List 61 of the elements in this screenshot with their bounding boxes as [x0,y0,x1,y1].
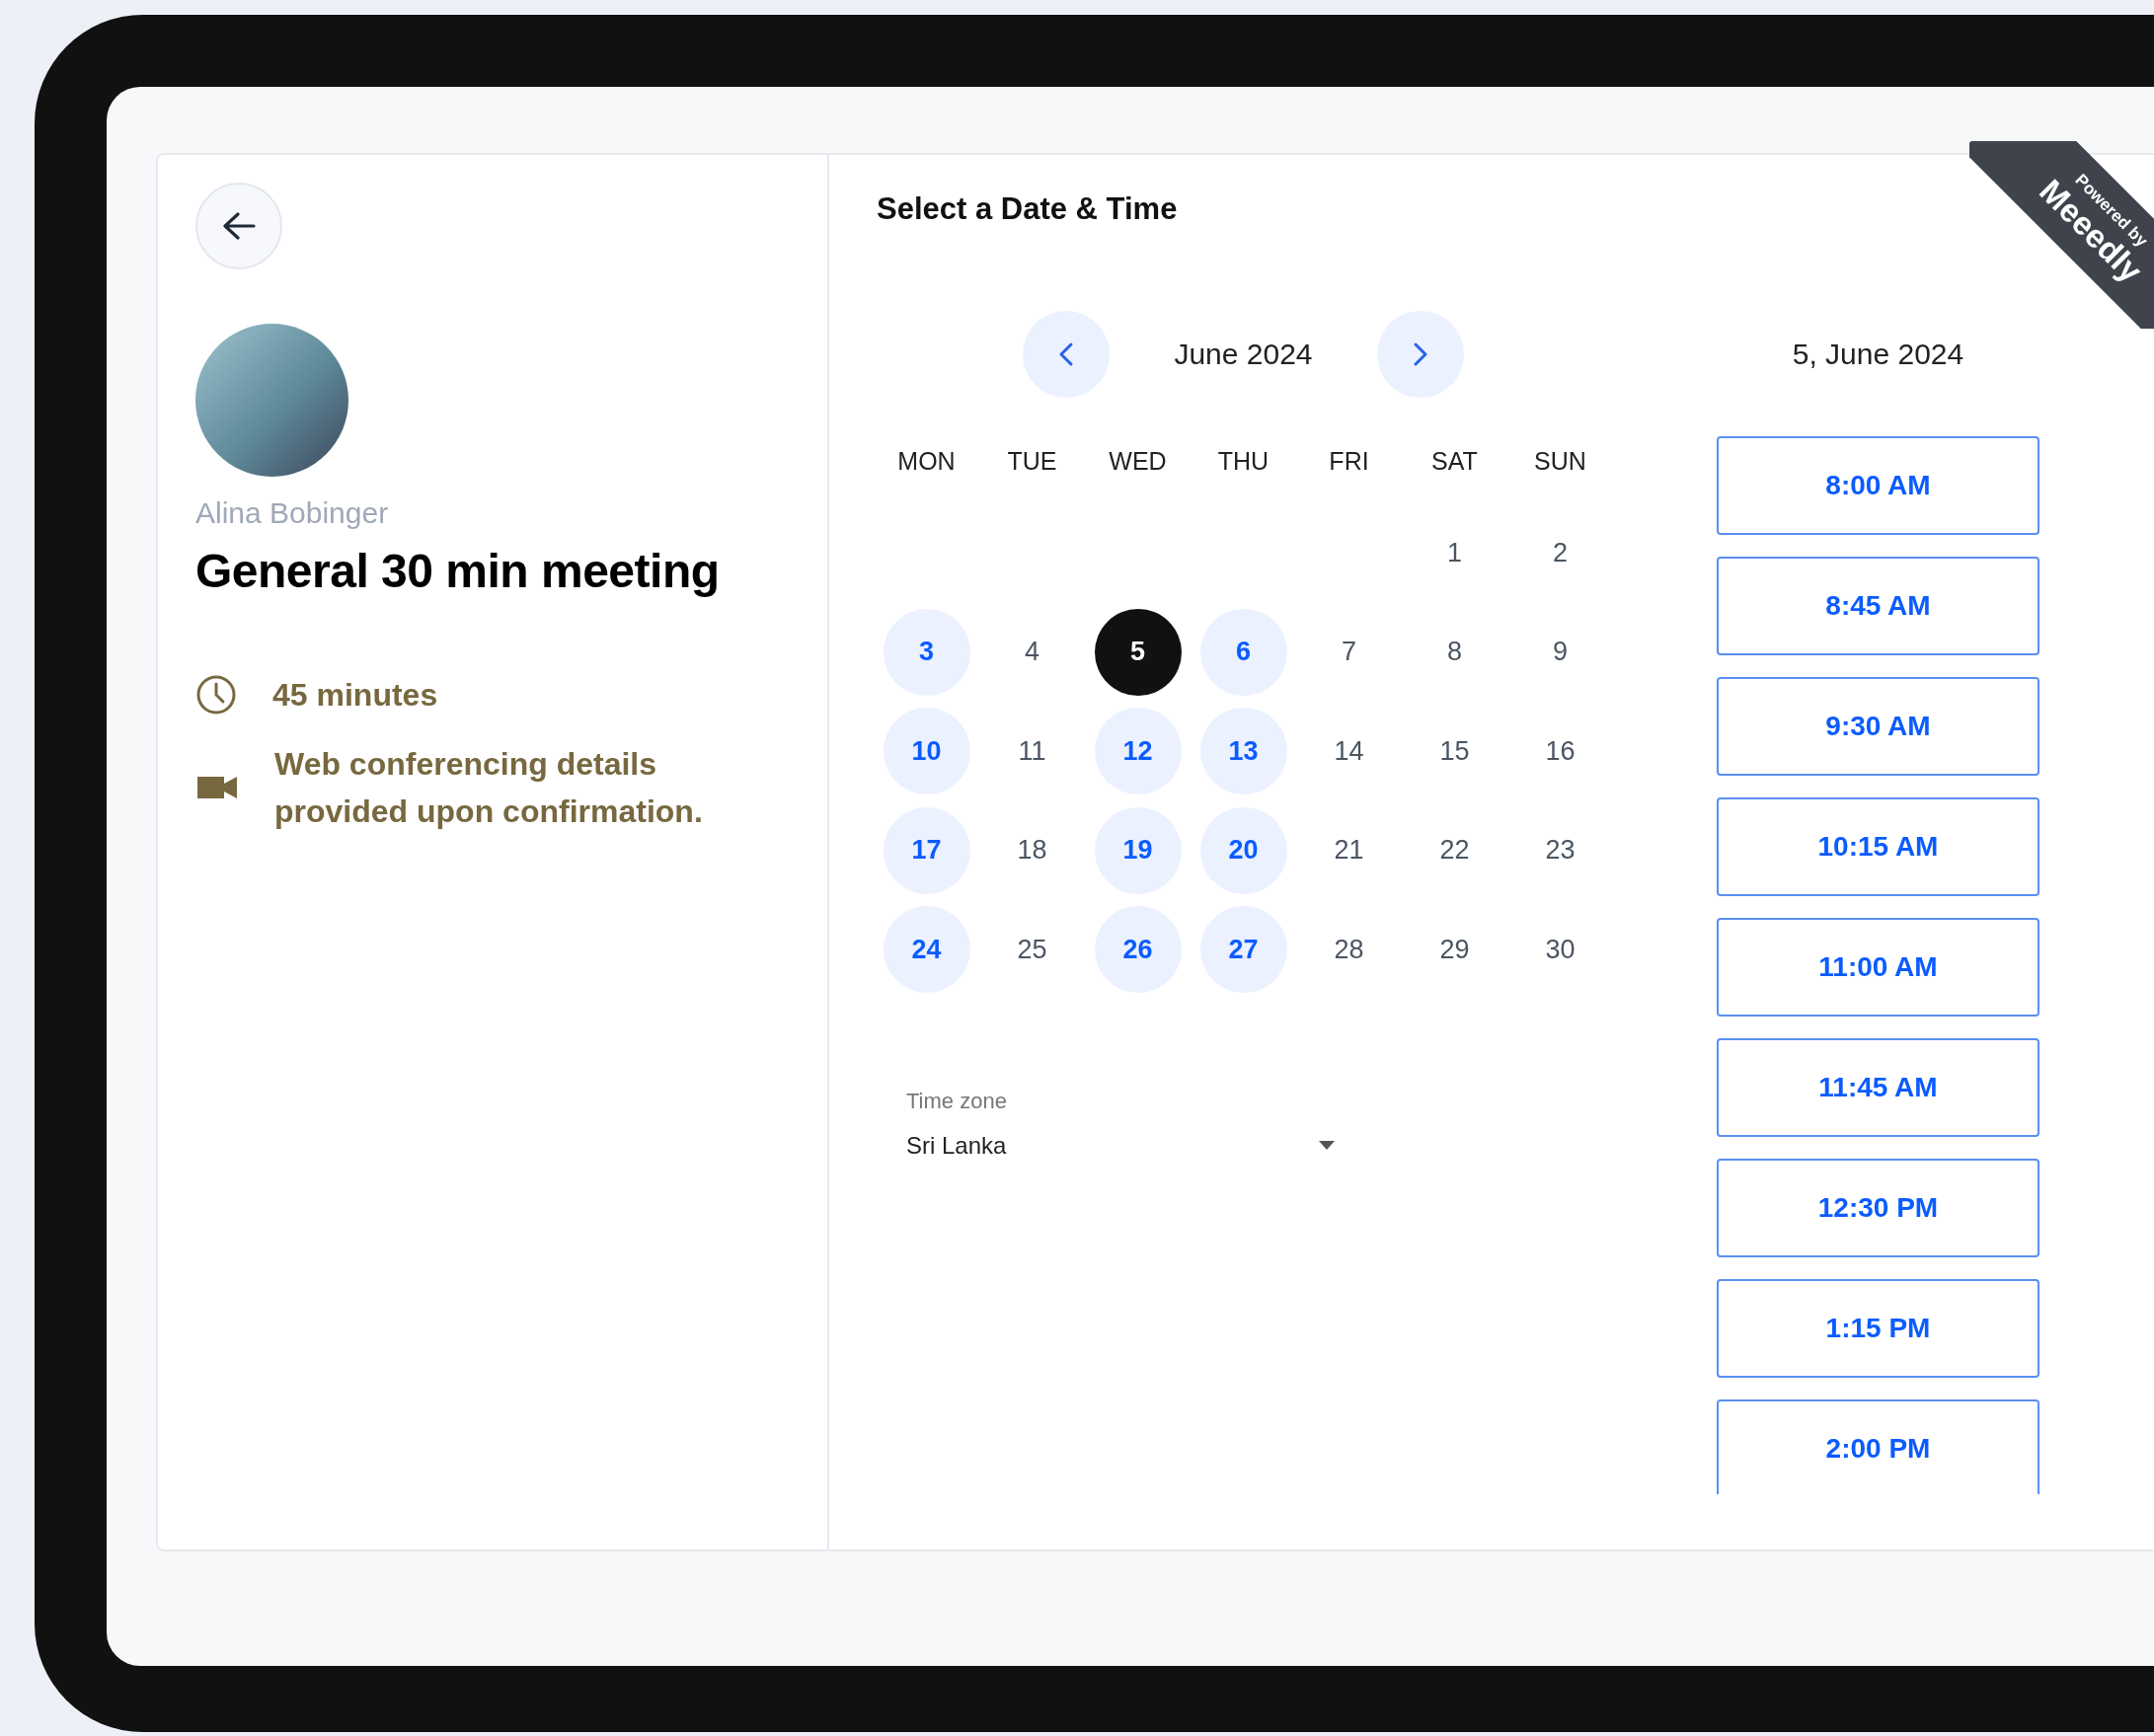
caret-down-icon [1319,1141,1335,1150]
time-slot-button[interactable]: 12:30 PM [1717,1159,2039,1257]
calendar-day[interactable]: 23 [1516,806,1604,894]
calendar-day[interactable]: 3 [883,608,970,696]
weekday-label: SAT [1431,446,1478,475]
weekday-label: THU [1217,446,1269,475]
meeting-title: General 30 min meeting [195,544,721,598]
weekday-label: TUE [1007,446,1057,475]
time-slot-button[interactable]: 8:45 AM [1717,557,2039,655]
calendar-day[interactable]: 30 [1516,906,1604,994]
calendar-day[interactable]: 26 [1094,906,1182,994]
calendar-day[interactable]: 16 [1516,708,1604,795]
clock-icon [195,674,237,716]
month-label: June 2024 [1173,338,1314,371]
calendar-day[interactable]: 28 [1305,906,1393,994]
calendar-day[interactable]: 18 [988,806,1076,894]
calendar-day[interactable]: 25 [988,906,1076,994]
weekday-label: MON [897,446,956,475]
calendar-day[interactable]: 5 [1094,608,1182,696]
calendar-day[interactable]: 14 [1305,708,1393,795]
weekday-label: SUN [1534,446,1586,475]
chevron-left-icon [1058,341,1074,367]
calendar-day[interactable]: 27 [1199,906,1287,994]
back-arrow-icon [222,211,256,241]
time-slot-button[interactable]: 9:30 AM [1717,677,2039,776]
time-slot-button[interactable]: 2:00 PM [1717,1399,2039,1494]
calendar-day[interactable]: 17 [883,806,970,894]
chevron-right-icon [1413,341,1428,367]
time-slot-button[interactable]: 11:00 AM [1717,918,2039,1017]
calendar-day[interactable]: 11 [988,708,1076,795]
time-slot-button[interactable]: 11:45 AM [1717,1038,2039,1137]
weekday-label: FRI [1329,446,1369,475]
calendar-day[interactable]: 1 [1411,509,1499,597]
calendar-day[interactable]: 4 [988,608,1076,696]
timezone-select[interactable]: Sri Lanka [906,1131,1350,1160]
weekday-label: WED [1109,446,1167,475]
calendar-day[interactable]: 15 [1411,708,1499,795]
calendar-day[interactable]: 22 [1411,806,1499,894]
timezone-label: Time zone [906,1088,1008,1114]
calendar-day[interactable]: 13 [1199,708,1287,795]
section-title: Select a Date & Time [877,192,1178,226]
calendar-day[interactable]: 10 [883,708,970,795]
calendar-day[interactable]: 19 [1094,806,1182,894]
calendar-day[interactable]: 29 [1411,906,1499,994]
calendar-day[interactable]: 2 [1516,509,1604,597]
time-slot-button[interactable]: 10:15 AM [1717,797,2039,896]
calendar-day[interactable]: 21 [1305,806,1393,894]
video-camera-icon [197,775,237,800]
calendar-day[interactable]: 20 [1199,806,1287,894]
calendar-day[interactable]: 9 [1516,608,1604,696]
detail-text: 45 minutes [272,676,439,715]
calendar-day[interactable]: 8 [1411,608,1499,696]
selected-date-label: 5, June 2024 [1792,338,1964,371]
host-name: Alina Bobinger [195,496,390,530]
time-slot-button[interactable]: 8:00 AM [1717,436,2039,535]
calendar-day[interactable]: 7 [1305,608,1393,696]
calendar-day[interactable]: 12 [1094,708,1182,795]
calendar-day[interactable]: 24 [883,906,970,994]
calendar-day[interactable]: 6 [1199,608,1287,696]
time-slot-button[interactable]: 1:15 PM [1717,1279,2039,1378]
detail-text: Web conferencing details provided upon confirmation. [274,745,704,831]
